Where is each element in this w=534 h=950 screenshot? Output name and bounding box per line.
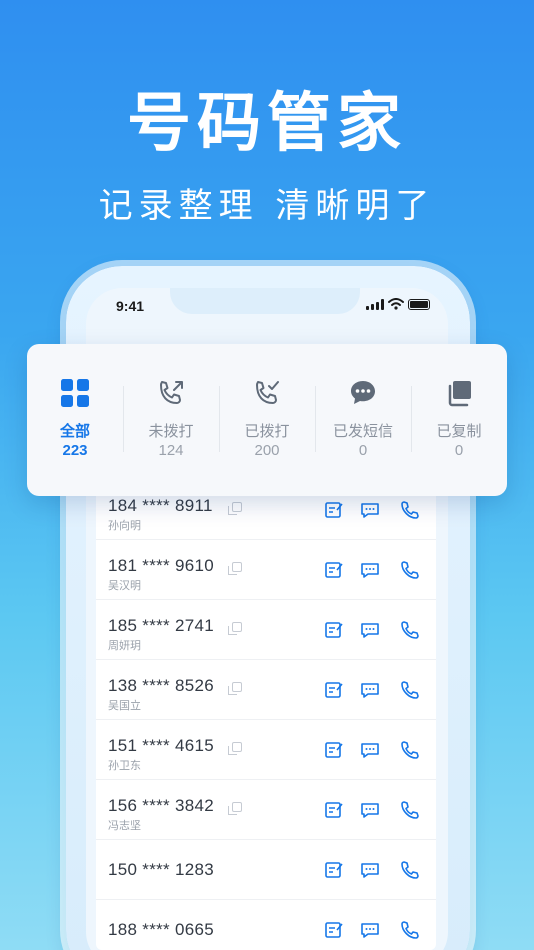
tab-label: 已发短信 [332,422,393,440]
edit-note-icon[interactable] [324,560,344,580]
phone-call-icon[interactable] [400,740,420,760]
edit-note-icon[interactable] [324,620,344,640]
contact-row[interactable]: 156 **** 3842 冯志坚 [96,780,436,840]
contact-name: 周妍玥 [108,639,141,652]
tab-count: 0 [358,442,368,459]
tab-count: 124 [158,442,184,459]
message-icon[interactable] [360,560,380,580]
message-icon[interactable] [360,680,380,700]
phone-call-icon[interactable] [400,680,420,700]
contact-row[interactable]: 150 **** 1283 [96,840,436,900]
message-icon[interactable] [360,500,380,520]
status-time: 9:41 [116,298,145,314]
tab-label: 未拨打 [148,422,194,440]
tab-label: 已复制 [436,422,482,440]
contact-name: 孙卫东 [108,759,141,772]
edit-note-icon[interactable] [324,860,344,880]
signal-icon [366,298,384,310]
contact-row[interactable]: 181 **** 9610 吴汉明 [96,540,436,600]
contact-number: 185 **** 2741 [108,616,214,635]
copy-icon [448,381,471,407]
phone-call-icon[interactable] [400,500,420,520]
call-checked-icon [256,381,279,404]
contact-list: 184 **** 8911 孙向明 181 **** 9610 吴汉明 185 … [96,480,436,950]
tab-sms-sent[interactable]: 已发短信 0 [315,344,411,496]
phone-notch [170,288,360,314]
tab-called[interactable]: 已拨打 200 [219,344,315,496]
phone-call-icon[interactable] [400,620,420,640]
contact-name: 吴汉明 [108,579,141,592]
tab-count: 0 [454,442,464,459]
hero-subtitle: 记录整理 清晰明了 [98,186,436,226]
copy-icon[interactable] [228,622,242,635]
contact-number: 156 **** 3842 [108,796,214,815]
contact-number: 188 **** 0665 [108,920,214,939]
tab-all[interactable]: 全部 223 [27,344,123,496]
contact-number: 181 **** 9610 [108,556,214,575]
copy-icon[interactable] [228,742,242,755]
edit-note-icon[interactable] [324,680,344,700]
message-icon[interactable] [360,800,380,820]
tab-not-called[interactable]: 未拨打 124 [123,344,219,496]
copy-icon[interactable] [228,562,242,575]
contact-number: 151 **** 4615 [108,736,214,755]
copy-icon[interactable] [228,802,242,815]
message-icon[interactable] [360,920,380,940]
copy-icon[interactable] [228,682,242,695]
phone-call-icon[interactable] [400,560,420,580]
message-bubble-icon [351,381,375,404]
contact-number: 184 **** 8911 [108,496,213,515]
contact-row[interactable]: 138 **** 8526 吴国立 [96,660,436,720]
wifi-icon [388,298,404,310]
contact-name: 孙向明 [108,519,141,532]
status-icons [366,298,430,310]
battery-icon [408,298,430,310]
tab-copied[interactable]: 已复制 0 [411,344,507,496]
contact-name: 冯志坚 [108,819,141,832]
tab-count: 200 [254,442,280,459]
contact-row[interactable]: 185 **** 2741 周妍玥 [96,600,436,660]
outgoing-call-icon [160,381,183,404]
message-icon[interactable] [360,620,380,640]
copy-icon[interactable] [228,502,242,515]
phone-call-icon[interactable] [400,860,420,880]
contact-row[interactable]: 151 **** 4615 孙卫东 [96,720,436,780]
edit-note-icon[interactable] [324,920,344,940]
phone-call-icon[interactable] [400,800,420,820]
contact-name: 吴国立 [108,699,141,712]
contact-number: 150 **** 1283 [108,860,214,879]
message-icon[interactable] [360,740,380,760]
phone-call-icon[interactable] [400,920,420,940]
tab-count: 223 [62,442,88,459]
grid-icon [61,379,89,407]
edit-note-icon[interactable] [324,740,344,760]
contact-number: 138 **** 8526 [108,676,214,695]
message-icon[interactable] [360,860,380,880]
edit-note-icon[interactable] [324,800,344,820]
tab-label: 已拨打 [244,422,290,440]
hero-title: 号码管家 [127,87,407,161]
filter-tabs: 全部 223 未拨打 124 已拨打 200 已发短信 0 已复制 0 [27,344,507,496]
tab-label: 全部 [59,422,90,440]
edit-note-icon[interactable] [324,500,344,520]
contact-row[interactable]: 188 **** 0665 [96,900,436,950]
